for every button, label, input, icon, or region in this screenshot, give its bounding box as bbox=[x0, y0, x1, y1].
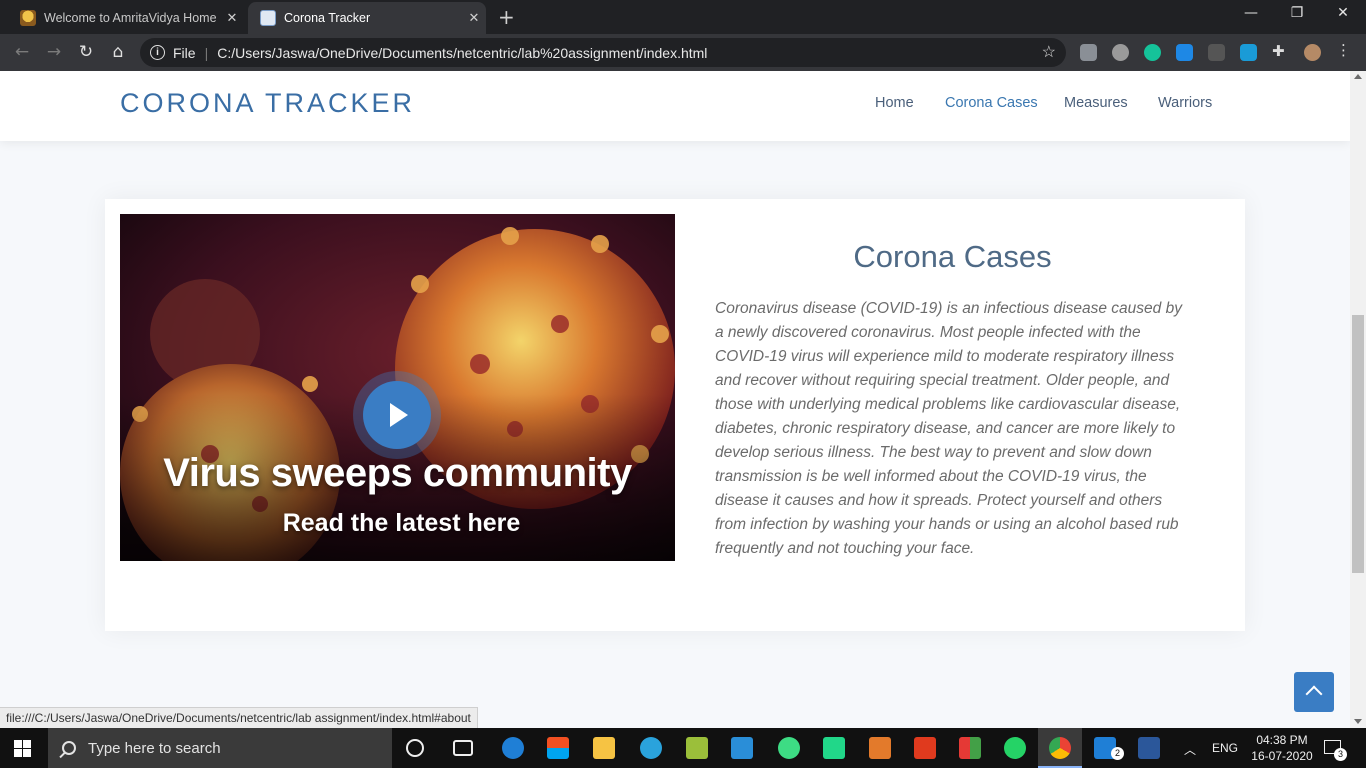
site-header: CORONA TRACKER Home Corona Cases Measure… bbox=[0, 71, 1350, 141]
extensions-puzzle-icon[interactable]: ✚ bbox=[1272, 42, 1289, 60]
nav-warriors[interactable]: Warriors bbox=[1158, 95, 1212, 111]
divider: | bbox=[204, 44, 209, 61]
show-hidden-icons-icon[interactable]: ︿ bbox=[1184, 741, 1196, 768]
section-body: Coronavirus disease (COVID-19) is an inf… bbox=[715, 300, 1182, 557]
android-studio-icon[interactable] bbox=[778, 737, 800, 759]
play-button[interactable] bbox=[363, 381, 431, 449]
edge-icon[interactable] bbox=[502, 737, 524, 759]
word-icon[interactable] bbox=[1138, 737, 1160, 759]
close-tab-icon[interactable]: ✕ bbox=[462, 10, 486, 26]
link-status-bar: file:///C:/Users/Jaswa/OneDrive/Document… bbox=[0, 707, 478, 728]
tab-corona-tracker[interactable]: Corona Tracker ✕ bbox=[248, 2, 486, 34]
video-subline: Read the latest here bbox=[282, 509, 521, 537]
extension-cloud-icon[interactable] bbox=[1080, 44, 1097, 61]
nav-corona-cases[interactable]: Corona Cases bbox=[945, 95, 1038, 111]
corona-tracker-favicon-icon bbox=[260, 10, 276, 26]
tab-strip: Welcome to AmritaVidya Home ✕ Corona Tra… bbox=[0, 0, 1366, 34]
scroll-down-icon[interactable] bbox=[1354, 719, 1362, 724]
extension-snowflake-icon[interactable] bbox=[1176, 44, 1193, 61]
close-tab-icon[interactable]: ✕ bbox=[220, 10, 244, 26]
menu-kebab-icon[interactable]: ⋮ bbox=[1336, 41, 1353, 59]
cortana-icon[interactable] bbox=[406, 739, 424, 757]
profile-avatar[interactable] bbox=[1304, 44, 1321, 61]
app-icon[interactable] bbox=[686, 737, 708, 759]
app-icon[interactable] bbox=[869, 737, 891, 759]
system-clock[interactable]: 04:38 PM 16-07-2020 bbox=[1244, 732, 1320, 768]
scroll-thumb[interactable] bbox=[1352, 315, 1364, 573]
video-thumbnail[interactable]: Virus sweeps community Read the latest h… bbox=[120, 214, 675, 561]
scroll-up-icon[interactable] bbox=[1354, 74, 1362, 79]
file-explorer-icon[interactable] bbox=[593, 737, 615, 759]
amrita-favicon-icon bbox=[20, 10, 36, 26]
windows-start-icon[interactable] bbox=[14, 740, 31, 757]
tab-amritavidya[interactable]: Welcome to AmritaVidya Home ✕ bbox=[8, 2, 244, 34]
office-icon[interactable] bbox=[914, 737, 936, 759]
section-title: Corona Cases bbox=[853, 239, 1052, 274]
chrome-icon bbox=[1049, 737, 1071, 759]
page-viewport: CORONA TRACKER Home Corona Cases Measure… bbox=[0, 71, 1350, 728]
about-section: Virus sweeps community Read the latest h… bbox=[0, 141, 1350, 661]
scheme-label: File bbox=[173, 44, 196, 61]
search-placeholder: Type here to search bbox=[88, 739, 221, 757]
language-indicator[interactable]: ENG bbox=[1212, 741, 1238, 768]
back-to-top-button[interactable] bbox=[1294, 672, 1334, 712]
site-logo[interactable]: CORONA TRACKER bbox=[120, 88, 415, 119]
url-text[interactable]: C:/Users/Jaswa/OneDrive/Documents/netcen… bbox=[217, 45, 707, 61]
reload-icon[interactable]: ↻ bbox=[74, 42, 98, 62]
telegram-icon[interactable] bbox=[640, 737, 662, 759]
extension-gear-icon[interactable] bbox=[1112, 44, 1129, 61]
extension-iq-icon[interactable] bbox=[1208, 44, 1225, 61]
minimize-icon[interactable]: — bbox=[1228, 5, 1274, 21]
app-icon[interactable] bbox=[959, 737, 981, 759]
clock-date: 16-07-2020 bbox=[1251, 749, 1313, 763]
extension-box-icon[interactable] bbox=[1240, 44, 1257, 61]
toolbar: ← → ↻ ⌂ i File | C:/Users/Jaswa/OneDrive… bbox=[0, 34, 1366, 71]
pycharm-icon[interactable] bbox=[823, 737, 845, 759]
close-window-icon[interactable]: ✕ bbox=[1320, 5, 1366, 21]
search-icon bbox=[62, 741, 76, 755]
windows-taskbar: Type here to search 2 ︿ ENG 04:38 PM 16-… bbox=[0, 728, 1366, 768]
nav-measures[interactable]: Measures bbox=[1064, 95, 1128, 111]
clock-time: 04:38 PM bbox=[1256, 733, 1308, 747]
notification-badge: 3 bbox=[1334, 748, 1347, 761]
about-card: Virus sweeps community Read the latest h… bbox=[105, 199, 1245, 631]
new-tab-icon[interactable]: + bbox=[498, 5, 515, 29]
home-icon[interactable]: ⌂ bbox=[106, 42, 130, 62]
grammarly-icon[interactable] bbox=[1144, 44, 1161, 61]
nav-home[interactable]: Home bbox=[875, 95, 914, 111]
forward-icon[interactable]: → bbox=[42, 42, 66, 62]
chrome-taskbar-button[interactable] bbox=[1038, 728, 1082, 768]
tab-title: Corona Tracker bbox=[284, 11, 371, 25]
taskbar-search[interactable]: Type here to search bbox=[48, 728, 392, 768]
whatsapp-icon[interactable] bbox=[1004, 737, 1026, 759]
vertical-scrollbar[interactable] bbox=[1350, 71, 1366, 728]
tab-title: Welcome to AmritaVidya Home bbox=[44, 11, 217, 25]
address-bar[interactable]: i File | C:/Users/Jaswa/OneDrive/Documen… bbox=[140, 38, 1066, 67]
video-headline: Virus sweeps community bbox=[163, 451, 632, 495]
back-icon[interactable]: ← bbox=[10, 42, 34, 62]
restore-icon[interactable]: ❐ bbox=[1274, 5, 1320, 21]
bookmark-star-icon[interactable]: ☆ bbox=[1042, 42, 1056, 62]
store-icon[interactable] bbox=[547, 737, 569, 759]
mail-badge: 2 bbox=[1111, 747, 1124, 760]
vscode-icon[interactable] bbox=[731, 737, 753, 759]
task-view-icon[interactable] bbox=[453, 740, 473, 756]
site-info-icon[interactable]: i bbox=[150, 45, 165, 60]
